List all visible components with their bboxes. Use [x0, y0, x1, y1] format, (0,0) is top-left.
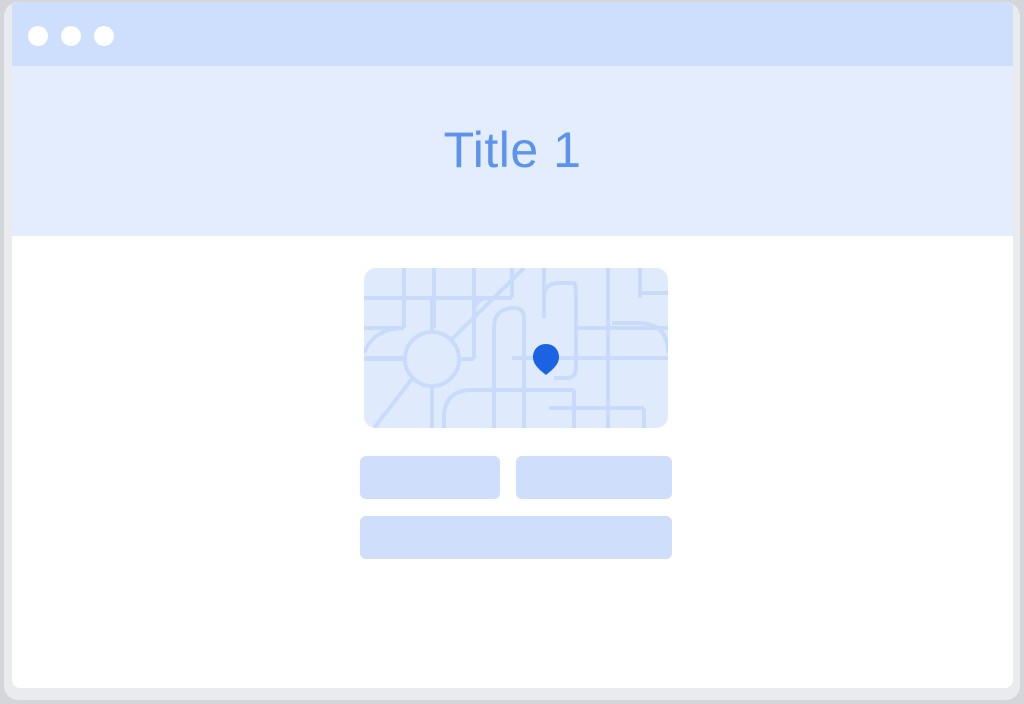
map-card[interactable]	[364, 268, 668, 428]
window-maximize-dot[interactable]	[94, 26, 114, 46]
input-placeholder-left[interactable]	[360, 456, 500, 499]
input-placeholder-wide[interactable]	[360, 516, 672, 559]
page-title: Title 1	[443, 122, 582, 178]
window-minimize-dot[interactable]	[61, 26, 81, 46]
map-roads	[364, 268, 668, 428]
window-close-dot[interactable]	[28, 26, 48, 46]
browser-window: Title 1	[4, 2, 1020, 700]
window-titlebar	[12, 2, 1013, 66]
window-content: Title 1	[12, 2, 1013, 688]
input-placeholder-right[interactable]	[516, 456, 672, 499]
map-pin-icon[interactable]	[533, 344, 559, 375]
map-graphic	[364, 268, 668, 428]
